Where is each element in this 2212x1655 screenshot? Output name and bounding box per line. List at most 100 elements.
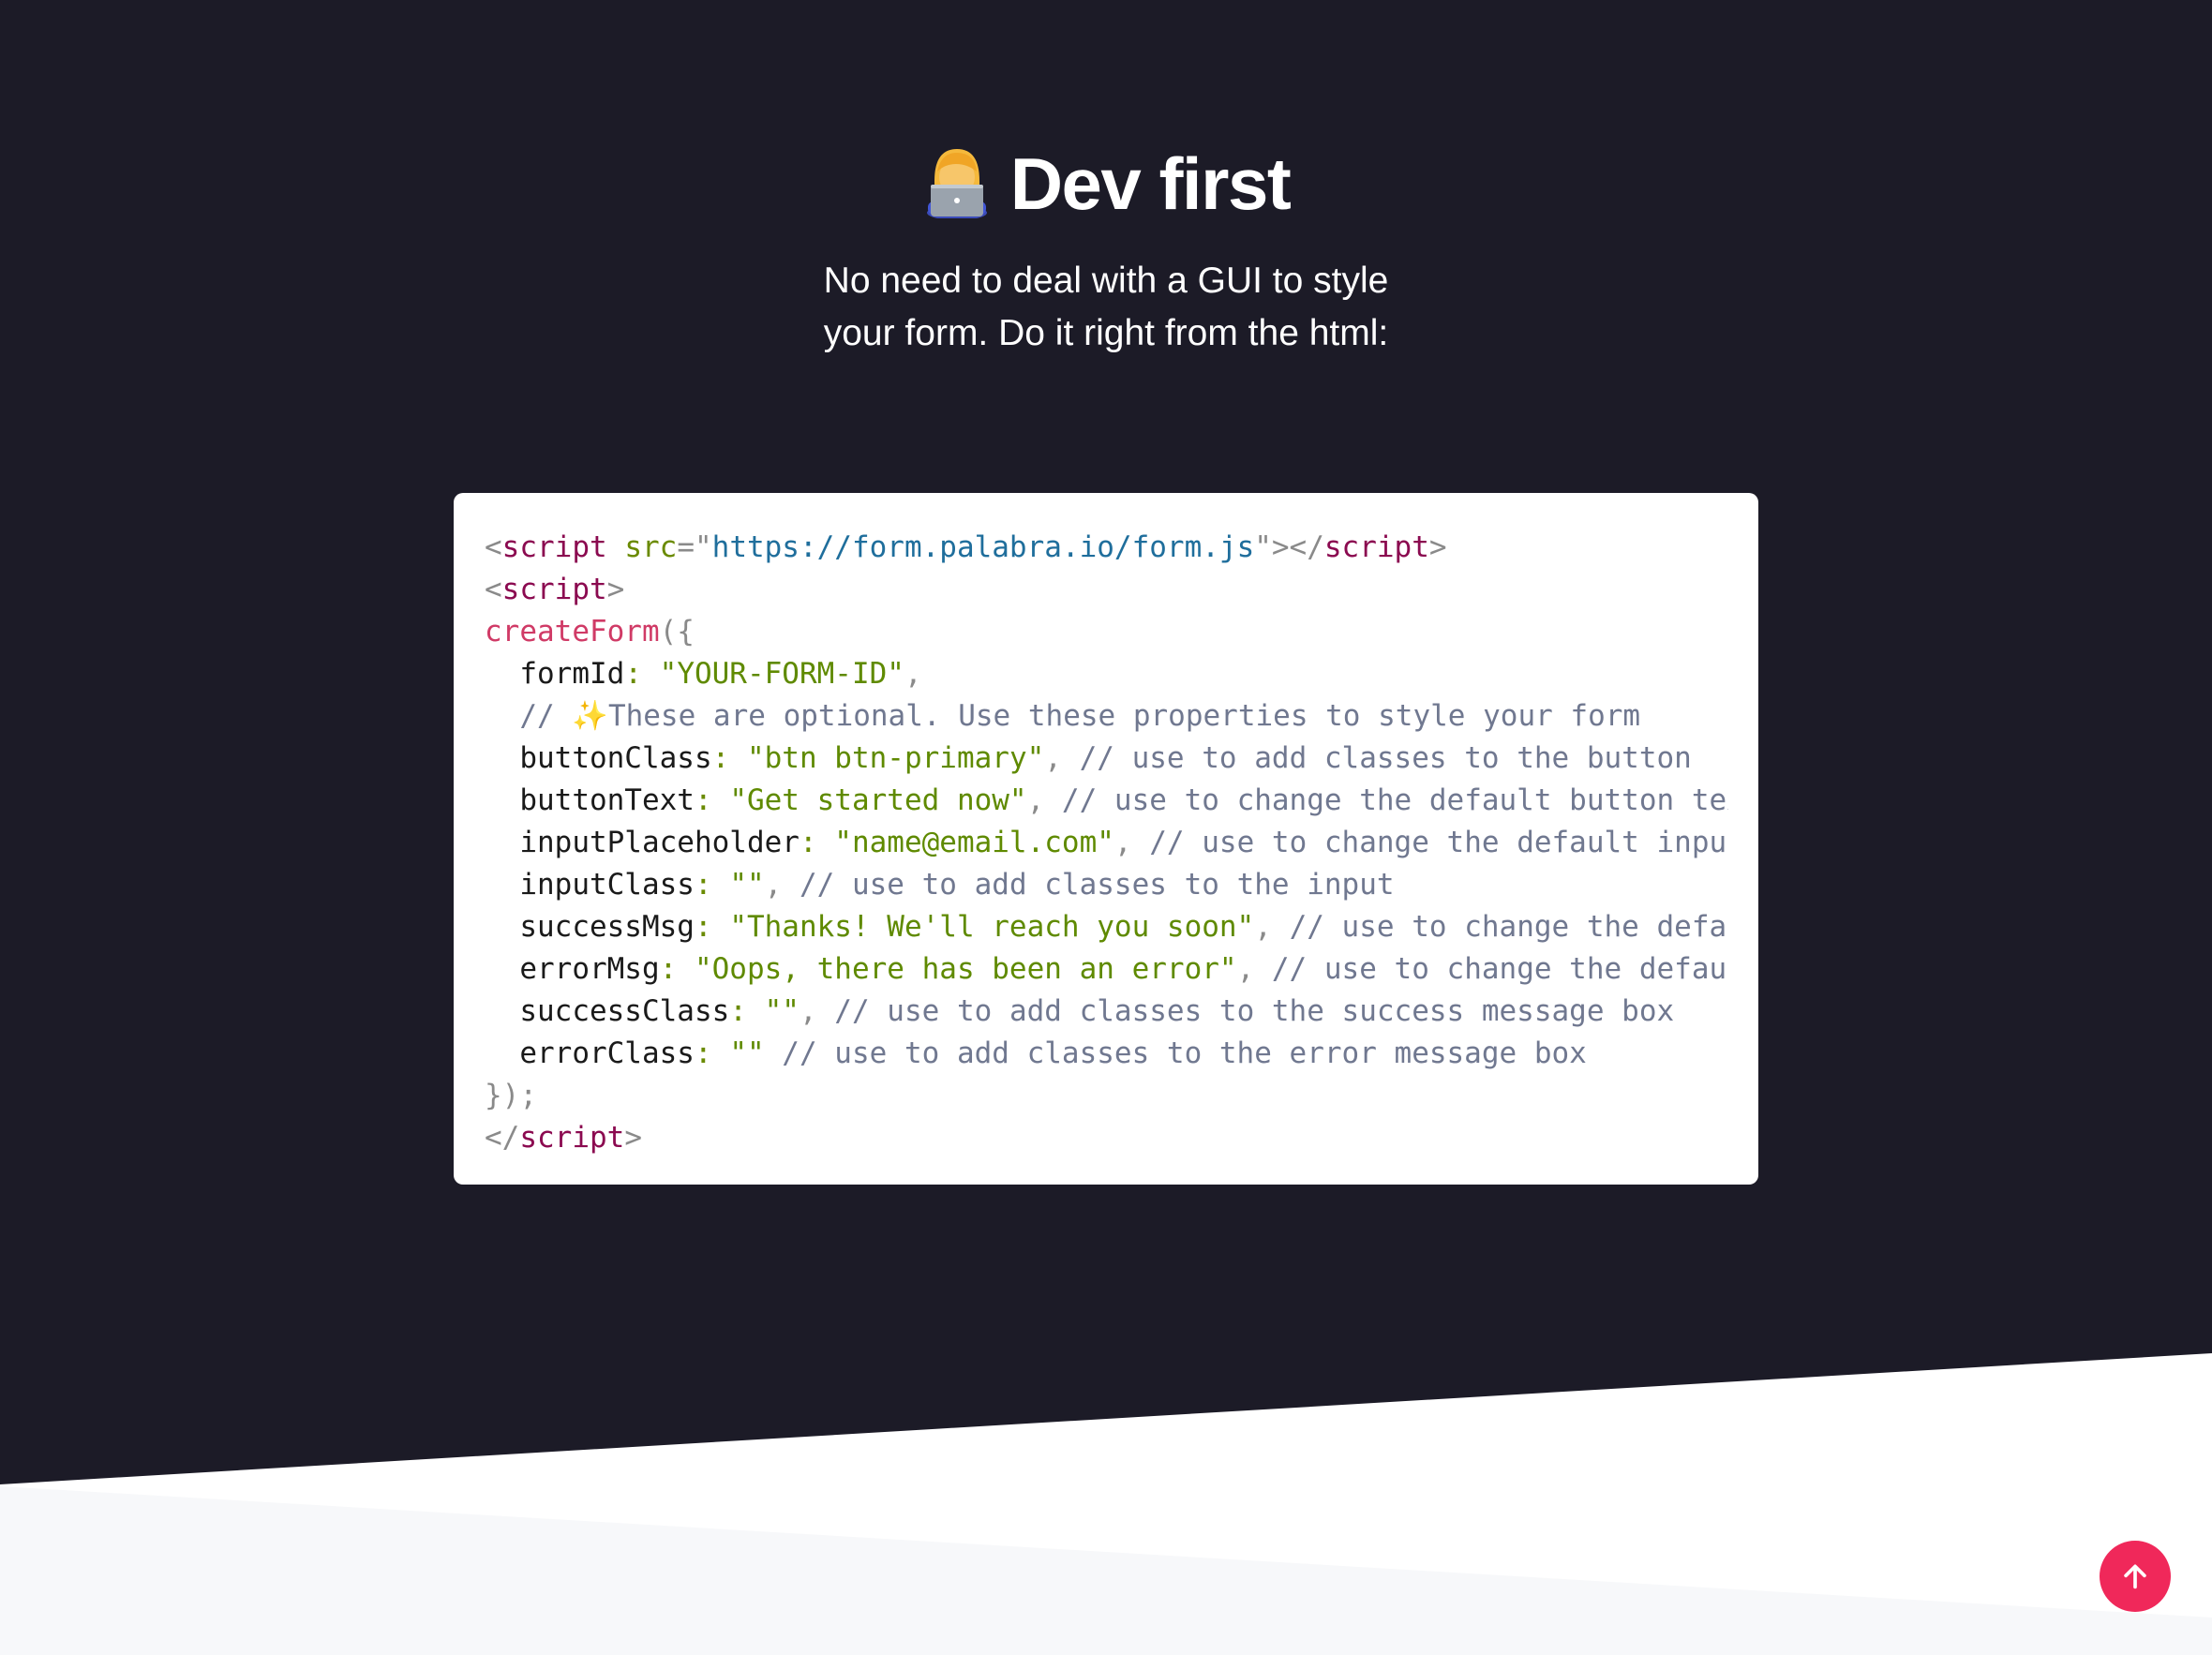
code-line: createForm({ [485,611,1728,653]
code-token: // use to add classes to the input [782,868,1395,902]
code-token: // use to add classes to the error messa… [764,1036,1587,1070]
technologist-emoji-icon [926,149,987,218]
code-line: <script> [485,569,1728,611]
code-line: <script src="https://form.palabra.io/for… [485,527,1728,569]
code-token: > [1428,530,1447,564]
subtitle-line: your form. Do it right from the html: [823,313,1389,353]
code-token: script [501,573,607,606]
code-token: ({ [659,615,695,649]
code-token: "Thanks! We'll reach you soon" [729,910,1255,944]
code-token: : [711,741,730,775]
code-token: buttonClass [519,741,712,775]
code-token: "btn btn-primary" [746,741,1045,775]
code-token: : [694,1036,712,1070]
code-token: script [519,1121,625,1155]
arrow-up-icon [2124,1564,2146,1589]
code-token: > [606,573,625,606]
section-subtitle: No need to deal with a GUI to style your… [731,255,1481,360]
section-title: Dev first [0,139,2212,229]
code-line: successClass: "", // use to add classes … [485,991,1728,1033]
code-line: </script> [485,1117,1728,1159]
code-token: , [764,868,783,902]
code-token: "Get started now" [729,783,1027,817]
code-token: =" [677,530,712,564]
code-token: "YOUR-FORM-ID" [659,657,904,691]
code-snippet-card: <script src="https://form.palabra.io/for… [454,493,1758,1185]
title-text: Dev first [1009,142,1292,225]
code-line: errorClass: "" // use to add classes to … [485,1033,1728,1075]
code-token: // use to change the default button text [1044,783,1728,817]
code-line: buttonClass: "btn btn-primary", // use t… [485,738,1728,780]
code-line: buttonText: "Get started now", // use to… [485,780,1728,822]
code-token: : [799,826,817,859]
code-token: "" [729,1036,765,1070]
code-token: // use to add classes to the button [1061,741,1692,775]
code-token: }); [485,1079,537,1112]
code-token: , [1236,952,1255,986]
code-token: "></ [1254,530,1324,564]
code-token: : [729,994,747,1028]
code-token: : [694,868,712,902]
code-token: < [485,530,502,564]
code-token: : [659,952,678,986]
code-token: , [904,657,922,691]
subtitle-line: No need to deal with a GUI to style [823,261,1389,301]
code-token: errorClass [519,1036,695,1070]
page: Dev first No need to deal with a GUI to … [0,0,2212,1655]
code-token: "" [729,868,765,902]
code-token: , [1113,826,1132,859]
code-line: successMsg: "Thanks! We'll reach you soo… [485,906,1728,948]
code-line: }); [485,1075,1728,1117]
code-token: "Oops, there has been an error" [694,952,1237,986]
code-block: <script src="https://form.palabra.io/for… [485,527,1728,1159]
code-token: inputClass [519,868,695,902]
code-token: script [501,530,607,564]
code-token: < [485,573,502,606]
code-token: script [1323,530,1429,564]
code-token: createForm [485,615,660,649]
code-line: // ✨These are optional. Use these proper… [485,695,1728,738]
code-line: errorMsg: "Oops, there has been an error… [485,948,1728,991]
code-token: // use to change the default succ [1289,910,1728,944]
code-token: "" [764,994,800,1028]
sparkles-icon: ✨ [572,699,608,733]
code-token: , [1044,741,1062,775]
code-token: errorMsg [519,952,660,986]
code-token: > [624,1121,642,1155]
code-token: , [1254,910,1272,944]
code-token: : [694,910,712,944]
code-line: inputClass: "", // use to add classes to… [485,864,1728,906]
code-line: formId: "YOUR-FORM-ID", [485,653,1728,695]
code-token: // use to change the default input's pla… [1149,826,1728,859]
code-token: src [624,530,678,564]
code-token: "name@email.com" [834,826,1114,859]
scroll-to-top-button[interactable] [2100,1541,2171,1612]
code-line: inputPlaceholder: "name@email.com", // u… [485,822,1728,864]
code-token: inputPlaceholder [519,826,800,859]
code-token: successClass [519,994,730,1028]
code-token: // [519,699,573,733]
code-token: successMsg [519,910,695,944]
code-token: // use to add classes to the success mes… [816,994,1675,1028]
code-token: </ [485,1121,520,1155]
